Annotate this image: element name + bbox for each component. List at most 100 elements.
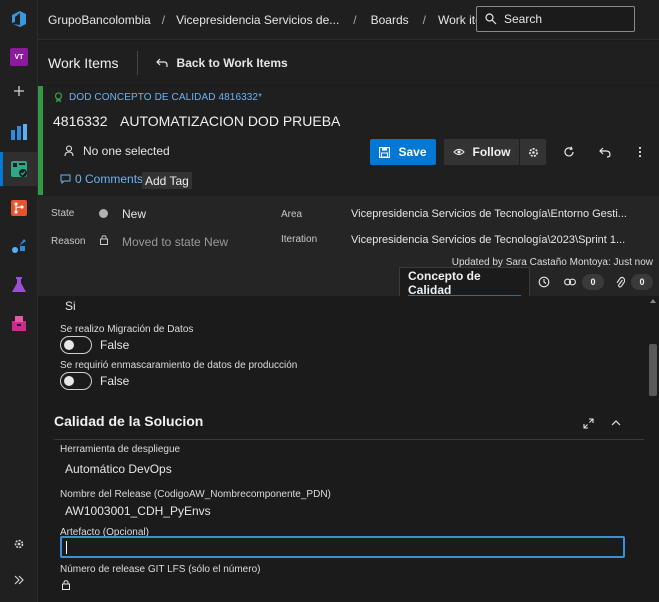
maximize-section-icon[interactable] (583, 418, 594, 429)
follow-settings-button[interactable] (520, 139, 546, 165)
release-label: Nombre del Release (CodigoAW_Nombrecompo… (60, 489, 331, 500)
state-indicator-dot (99, 209, 108, 218)
artifact-input[interactable] (60, 536, 625, 558)
masking-toggle[interactable] (60, 372, 92, 390)
breadcrumb-org[interactable]: GrupoBancolombia (48, 13, 151, 27)
page-title: Work Items (48, 55, 119, 71)
more-vertical-icon (638, 146, 642, 158)
masking-label: Se requirió enmascaramiento de datos de … (60, 360, 298, 371)
content-scrollbar[interactable] (648, 296, 659, 602)
scrollbar-thumb[interactable] (649, 344, 657, 396)
lock-icon (62, 580, 70, 590)
person-icon (64, 145, 74, 157)
state-value[interactable]: New (122, 207, 146, 221)
work-item-fields: State New Reason Moved to state New Area… (38, 196, 659, 297)
add-tag-button[interactable]: Add Tag (142, 172, 192, 189)
work-item-type-color-bar (38, 86, 43, 195)
previous-field-value: Si (65, 299, 76, 313)
lock-icon (100, 235, 108, 245)
work-item-tabs: Concepto de Calidad 0 0 (399, 267, 659, 297)
form-content: Si Se realizo Migración de Datos False S… (38, 296, 659, 602)
links-count-badge: 0 (582, 274, 604, 290)
work-item-id: 4816332 (53, 113, 108, 129)
comments-count: 0 Comments (75, 172, 144, 186)
gear-icon (528, 147, 538, 157)
azure-devops-logo-icon[interactable] (9, 9, 29, 29)
overview-icon[interactable] (0, 115, 38, 149)
iteration-label: Iteration (281, 234, 318, 245)
refresh-icon (564, 146, 574, 157)
migration-label: Se realizo Migración de Datos (60, 324, 194, 335)
area-value[interactable]: Vicepresidencia Servicios de Tecnología\… (351, 208, 627, 220)
back-arrow-icon (155, 58, 168, 67)
breadcrumb-separator: / (353, 12, 357, 27)
work-item-title[interactable]: AUTOMATIZACION DOD PRUEBA (120, 113, 340, 129)
comments-link[interactable]: 0 Comments (60, 172, 143, 186)
history-tab[interactable] (530, 267, 558, 297)
undo-button[interactable] (592, 139, 618, 165)
migration-value: False (100, 338, 130, 352)
tab-concepto-de-calidad[interactable]: Concepto de Calidad (399, 267, 530, 297)
save-label: Save (398, 145, 427, 159)
breadcrumb-project[interactable]: Vicepresidencia Servicios de... (176, 13, 339, 27)
work-item-type-label: DOD CONCEPTO DE CALIDAD 4816332* (69, 92, 263, 103)
search-icon (485, 13, 497, 25)
pipelines-icon[interactable] (0, 229, 38, 263)
top-bar: GrupoBancolombia / Vicepresidencia Servi… (38, 0, 659, 40)
reason-label: Reason (51, 236, 86, 247)
refresh-button[interactable] (556, 139, 582, 165)
assignee-value: No one selected (83, 144, 170, 158)
left-nav-rail: VT (0, 0, 38, 602)
expand-rail-icon[interactable] (0, 563, 38, 597)
tool-value[interactable]: Automático DevOps (65, 462, 172, 476)
project-avatar[interactable]: VT (0, 40, 38, 74)
more-actions-button[interactable] (627, 139, 653, 165)
release-value[interactable]: AW1003001_CDH_PyEnvs (65, 504, 211, 518)
migration-toggle[interactable] (60, 336, 92, 354)
artifacts-icon[interactable] (0, 306, 38, 340)
add-icon[interactable] (0, 74, 38, 108)
search-box[interactable]: Search (476, 6, 635, 32)
attachments-tab[interactable]: 0 (610, 267, 659, 297)
section-divider (54, 439, 644, 440)
back-to-work-items-link[interactable]: Back to Work Items (155, 56, 288, 70)
reason-value: Moved to state New (122, 235, 229, 249)
search-placeholder: Search (504, 12, 543, 26)
breadcrumb-boards[interactable]: Boards (371, 13, 409, 27)
area-label: Area (281, 209, 303, 220)
collapse-section-icon[interactable] (611, 420, 621, 426)
section-title: Calidad de la Solucion (54, 413, 204, 429)
paperclip-icon (616, 276, 625, 288)
iteration-value[interactable]: Vicepresidencia Servicios de Tecnología\… (351, 234, 625, 246)
award-icon (54, 92, 63, 103)
repos-icon[interactable] (0, 191, 38, 225)
boards-icon[interactable] (0, 152, 38, 186)
links-tab[interactable]: 0 (558, 267, 610, 297)
link-icon (564, 278, 576, 286)
text-caret (66, 541, 67, 554)
scroll-up-arrow-icon[interactable] (650, 299, 656, 303)
assignee-picker[interactable]: No one selected (64, 144, 170, 158)
comment-icon (60, 174, 71, 184)
save-icon (379, 146, 391, 158)
history-icon (538, 276, 550, 288)
breadcrumb-separator: / (161, 12, 166, 27)
undo-icon (599, 147, 611, 158)
save-button[interactable]: Save (370, 139, 436, 165)
breadcrumb-separator: / (422, 12, 426, 27)
masking-value: False (100, 374, 130, 388)
state-label: State (51, 208, 75, 219)
eye-icon (452, 148, 465, 156)
header-divider (136, 51, 138, 75)
test-plans-icon[interactable] (0, 268, 38, 302)
work-item-type: DOD CONCEPTO DE CALIDAD 4816332* (54, 92, 262, 103)
app-root: VT GrupoBancolombia / Vicepresidencia Se… (0, 0, 659, 602)
attachments-count-badge: 0 (631, 274, 653, 290)
follow-button[interactable]: Follow (444, 139, 519, 165)
back-label: Back to Work Items (176, 56, 288, 70)
tool-label: Herramienta de despliegue (60, 444, 181, 455)
git-release-label: Número de release GIT LFS (sólo el númer… (60, 564, 261, 575)
project-settings-icon[interactable] (0, 527, 38, 561)
page-header: Work Items Back to Work Items (38, 41, 659, 85)
follow-label: Follow (472, 145, 511, 159)
